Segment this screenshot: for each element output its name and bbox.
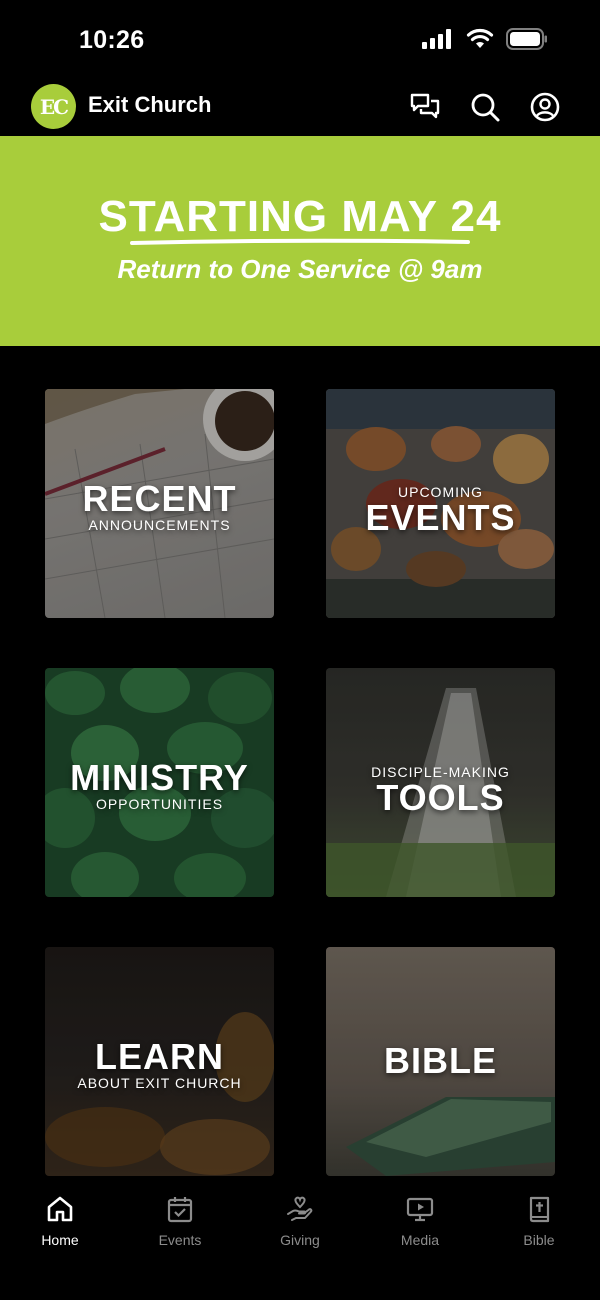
banner-subtitle: Return to One Service @ 9am — [117, 254, 483, 284]
calendar-icon — [167, 1197, 193, 1223]
tile-label: MINISTRY OPPORTUNITIES — [45, 757, 274, 813]
bottom-tab-bar: Home Events Giving Media Bible — [0, 1176, 600, 1300]
tile-label: RECENT ANNOUNCEMENTS — [45, 478, 274, 534]
tab-label: Home — [41, 1232, 79, 1248]
battery-icon — [506, 28, 548, 50]
tile-title: RECENT — [82, 478, 237, 519]
tile-recent-announcements[interactable]: RECENT ANNOUNCEMENTS — [45, 389, 274, 618]
status-bar: 10:26 — [0, 0, 600, 80]
tab-label: Media — [400, 1232, 440, 1248]
announcement-banner[interactable]: STARTING MAY 24 Return to One Service @ … — [0, 136, 600, 346]
wifi-icon — [466, 28, 494, 50]
tab-giving[interactable]: Giving — [250, 1194, 350, 1248]
tile-subtitle: ANNOUNCEMENTS — [88, 517, 231, 533]
search-icon[interactable] — [468, 90, 502, 124]
bible-icon — [529, 1196, 550, 1223]
profile-icon[interactable] — [528, 90, 562, 124]
tab-label: Bible — [523, 1232, 555, 1248]
tile-label: BIBLE — [326, 1043, 555, 1079]
tab-media[interactable]: Media — [370, 1194, 470, 1248]
app-title: Exit Church — [88, 92, 212, 117]
banner-title: STARTING MAY 24 — [98, 192, 502, 241]
tile-label: DISCIPLE-MAKING TOOLS — [326, 764, 555, 816]
giving-hand-icon — [287, 1196, 313, 1221]
media-icon — [406, 1197, 434, 1222]
tab-label: Giving — [280, 1232, 320, 1248]
tile-subtitle: OPPORTUNITIES — [95, 796, 224, 812]
tile-disciple-making-tools[interactable]: DISCIPLE-MAKING TOOLS — [326, 668, 555, 897]
tile-upcoming-events[interactable]: UPCOMING EVENTS — [326, 389, 555, 618]
tile-subtitle: ABOUT EXIT CHURCH — [77, 1075, 242, 1091]
status-icons — [422, 28, 548, 50]
tab-label: Events — [158, 1232, 202, 1248]
tile-learn-about[interactable]: LEARN ABOUT EXIT CHURCH — [45, 947, 274, 1176]
tab-events[interactable]: Events — [130, 1194, 230, 1248]
tile-ministry-opportunities[interactable]: MINISTRY OPPORTUNITIES — [45, 668, 274, 897]
status-time: 10:26 — [79, 26, 145, 54]
tile-title: MINISTRY — [70, 757, 249, 798]
chat-icon[interactable] — [408, 90, 442, 124]
tile-title: EVENTS — [365, 497, 516, 538]
tile-title: LEARN — [95, 1036, 224, 1077]
tile-title: TOOLS — [376, 777, 505, 818]
tile-title: BIBLE — [384, 1040, 497, 1081]
banner-underline — [130, 238, 470, 245]
home-icon — [47, 1196, 73, 1222]
tile-label: UPCOMING EVENTS — [326, 484, 555, 536]
church-logo[interactable]: EC — [31, 84, 76, 129]
tab-home[interactable]: Home — [10, 1194, 110, 1248]
tile-bible[interactable]: BIBLE — [326, 947, 555, 1176]
tile-label: LEARN ABOUT EXIT CHURCH — [45, 1036, 274, 1092]
signal-icon — [422, 29, 454, 49]
tab-bible[interactable]: Bible — [489, 1194, 589, 1248]
app-header: EC Exit Church — [0, 80, 600, 136]
logo-text: EC — [39, 94, 69, 119]
header-actions — [408, 90, 562, 124]
